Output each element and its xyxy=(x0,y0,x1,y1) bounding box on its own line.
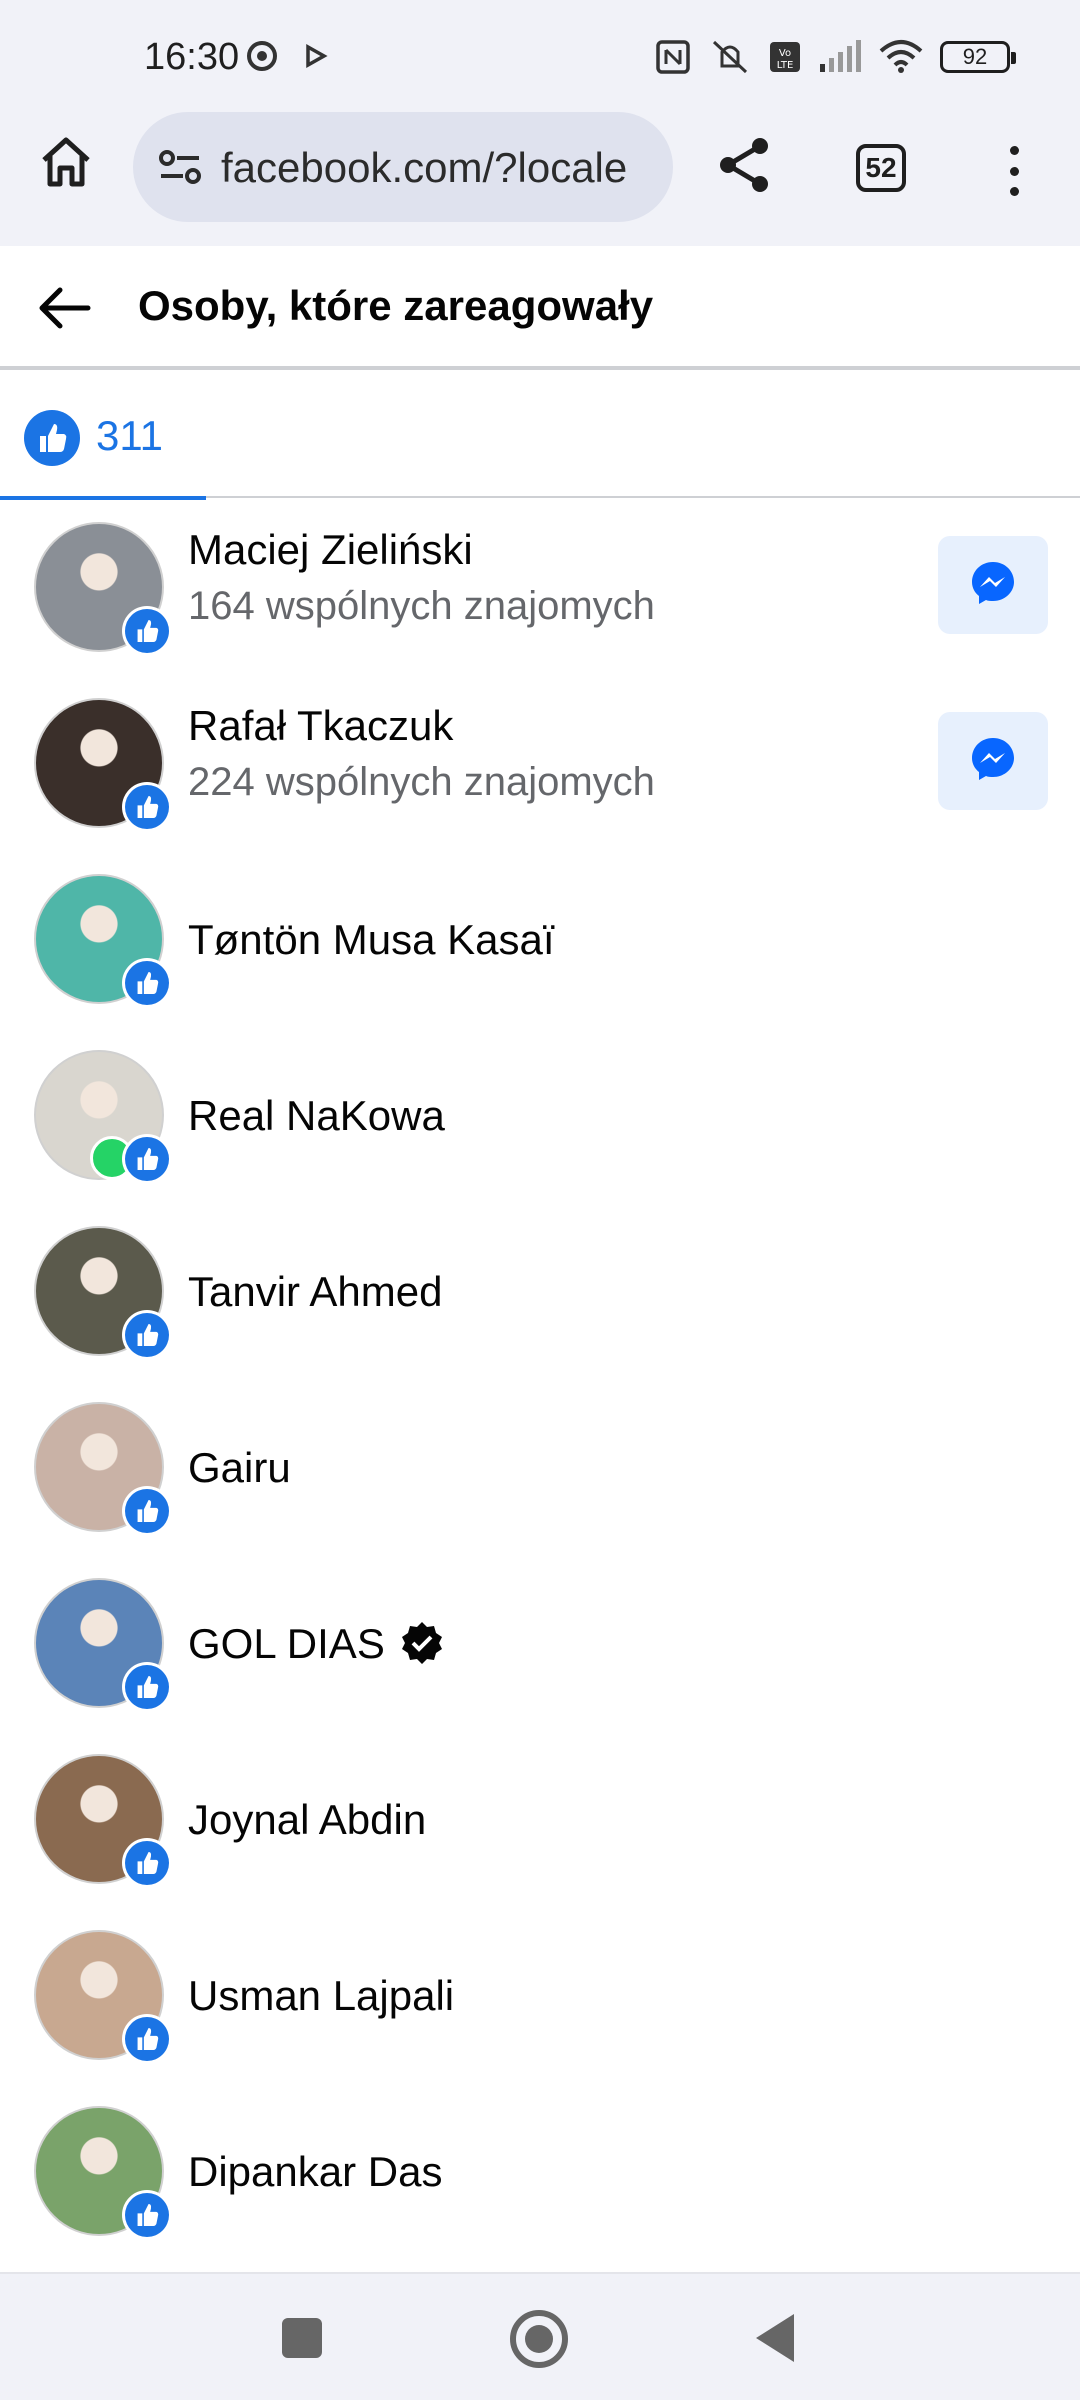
like-icon xyxy=(122,2014,172,2064)
nfc-icon xyxy=(656,40,690,74)
menu-dot-icon xyxy=(1009,166,1019,176)
chrome-icon xyxy=(247,41,277,71)
reactor-name[interactable]: Tøntön Musa Kasaï xyxy=(188,916,555,964)
reactor-name-text[interactable]: Maciej Zieliński xyxy=(188,526,473,573)
like-icon xyxy=(122,958,172,1008)
tab-all-likes[interactable]: 311 xyxy=(0,370,206,500)
svg-text:Vo: Vo xyxy=(779,48,791,59)
reactor-name[interactable]: Maciej Zieliński xyxy=(188,526,473,574)
like-icon xyxy=(122,1134,172,1184)
home-icon xyxy=(42,137,90,187)
reactor-name[interactable]: Gairu xyxy=(188,1444,291,1492)
reactor-name[interactable]: Real NaKowa xyxy=(188,1092,445,1140)
reactor-row[interactable]: GOL DIAS xyxy=(0,1556,1080,1732)
reactor-row[interactable]: Usman Lajpali xyxy=(0,1908,1080,2084)
like-icon xyxy=(24,410,80,466)
reactor-name-text[interactable]: Joynal Abdin xyxy=(188,1796,426,1843)
like-icon xyxy=(122,606,172,656)
site-settings-icon[interactable] xyxy=(155,142,207,194)
signal-icon xyxy=(820,40,861,72)
reactor-row[interactable]: Dipankar Das xyxy=(0,2084,1080,2260)
browser-toolbar: facebook.com/?locale 52 xyxy=(0,110,1080,222)
reactors-list: Maciej Zieliński 164 wspólnych znajomych R… xyxy=(0,500,1080,2260)
share-button[interactable] xyxy=(714,134,776,196)
reactor-name[interactable]: Rafał Tkaczuk xyxy=(188,702,453,750)
menu-dot-icon xyxy=(1009,187,1019,196)
reactor-name-text[interactable]: Dipankar Das xyxy=(188,2148,442,2195)
tab-switcher-button[interactable]: 52 xyxy=(856,144,906,192)
browser-chrome: 16:30 Vo LTE 92 facebook.com/?locale 52 xyxy=(0,0,1080,246)
reactor-name[interactable]: Usman Lajpali xyxy=(188,1972,454,2020)
status-time: 16:30 xyxy=(144,36,240,78)
reactor-row[interactable]: Rafał Tkaczuk 224 wspólnych znajomych xyxy=(0,676,1080,852)
status-left-icons xyxy=(246,40,328,72)
mutual-friends: 224 wspólnych znajomych xyxy=(188,760,655,804)
wifi-icon xyxy=(879,40,923,73)
message-button[interactable] xyxy=(938,536,1048,634)
reactor-name-text[interactable]: Tøntön Musa Kasaï xyxy=(188,916,555,963)
reactor-name-text[interactable]: Real NaKowa xyxy=(188,1092,445,1139)
like-icon xyxy=(122,1310,172,1360)
url-text[interactable]: facebook.com/?locale xyxy=(221,144,627,192)
reactor-row[interactable]: Joynal Abdin xyxy=(0,1732,1080,1908)
page-header: Osoby, które zareagowały xyxy=(0,246,1080,370)
mutual-friends: 164 wspólnych znajomych xyxy=(188,584,655,628)
play-icon xyxy=(306,44,328,68)
verified-badge-icon xyxy=(399,1620,445,1666)
like-icon xyxy=(122,1662,172,1712)
volte-icon: VoLTE xyxy=(770,42,800,72)
reactor-name[interactable]: Joynal Abdin xyxy=(188,1796,426,1844)
battery-indicator: 92 xyxy=(940,41,1016,73)
recents-button[interactable] xyxy=(282,2318,322,2358)
system-nav-bar xyxy=(0,2272,1080,2400)
menu-dot-icon xyxy=(1009,146,1019,155)
overflow-menu-button[interactable] xyxy=(1000,146,1028,196)
status-bar: 16:30 Vo LTE 92 xyxy=(0,0,1080,120)
share-icon xyxy=(720,138,768,192)
vibrate-off-icon xyxy=(712,40,748,74)
home-button[interactable] xyxy=(36,132,96,192)
message-button[interactable] xyxy=(938,712,1048,810)
page-title: Osoby, które zareagowały xyxy=(138,282,654,329)
reactor-name[interactable]: Dipankar Das xyxy=(188,2148,442,2196)
reactor-name[interactable]: Tanvir Ahmed xyxy=(188,1268,442,1316)
status-right-icons: Vo LTE 92 xyxy=(654,38,1016,76)
reactor-name-text[interactable]: Gairu xyxy=(188,1444,291,1491)
url-bar[interactable]: facebook.com/?locale xyxy=(133,112,673,222)
reactor-row[interactable]: Real NaKowa xyxy=(0,1028,1080,1204)
reactor-name-text[interactable]: Tanvir Ahmed xyxy=(188,1268,442,1315)
like-icon xyxy=(122,1486,172,1536)
arrow-left-icon xyxy=(39,287,91,329)
reaction-tabs: 311 xyxy=(0,370,1080,500)
svg-text:LTE: LTE xyxy=(777,60,794,71)
back-button[interactable] xyxy=(34,280,98,336)
reactor-row[interactable]: Gairu xyxy=(0,1380,1080,1556)
reactor-name-text[interactable]: Rafał Tkaczuk xyxy=(188,702,453,749)
reactor-row[interactable]: Maciej Zieliński 164 wspólnych znajomych xyxy=(0,500,1080,676)
messenger-icon xyxy=(968,734,1018,789)
like-icon xyxy=(122,782,172,832)
reaction-count: 311 xyxy=(96,412,163,459)
reactor-row[interactable]: Tøntön Musa Kasaï xyxy=(0,852,1080,1028)
reactor-name-text[interactable]: Usman Lajpali xyxy=(188,1972,454,2019)
messenger-icon xyxy=(968,558,1018,613)
reactor-row[interactable]: Tanvir Ahmed xyxy=(0,1204,1080,1380)
reactor-name[interactable]: GOL DIAS xyxy=(188,1620,445,1668)
back-nav-button[interactable] xyxy=(756,2314,794,2362)
reactor-name-text[interactable]: GOL DIAS xyxy=(188,1620,385,1667)
like-icon xyxy=(122,2190,172,2240)
home-nav-button[interactable] xyxy=(510,2310,568,2368)
like-icon xyxy=(122,1838,172,1888)
